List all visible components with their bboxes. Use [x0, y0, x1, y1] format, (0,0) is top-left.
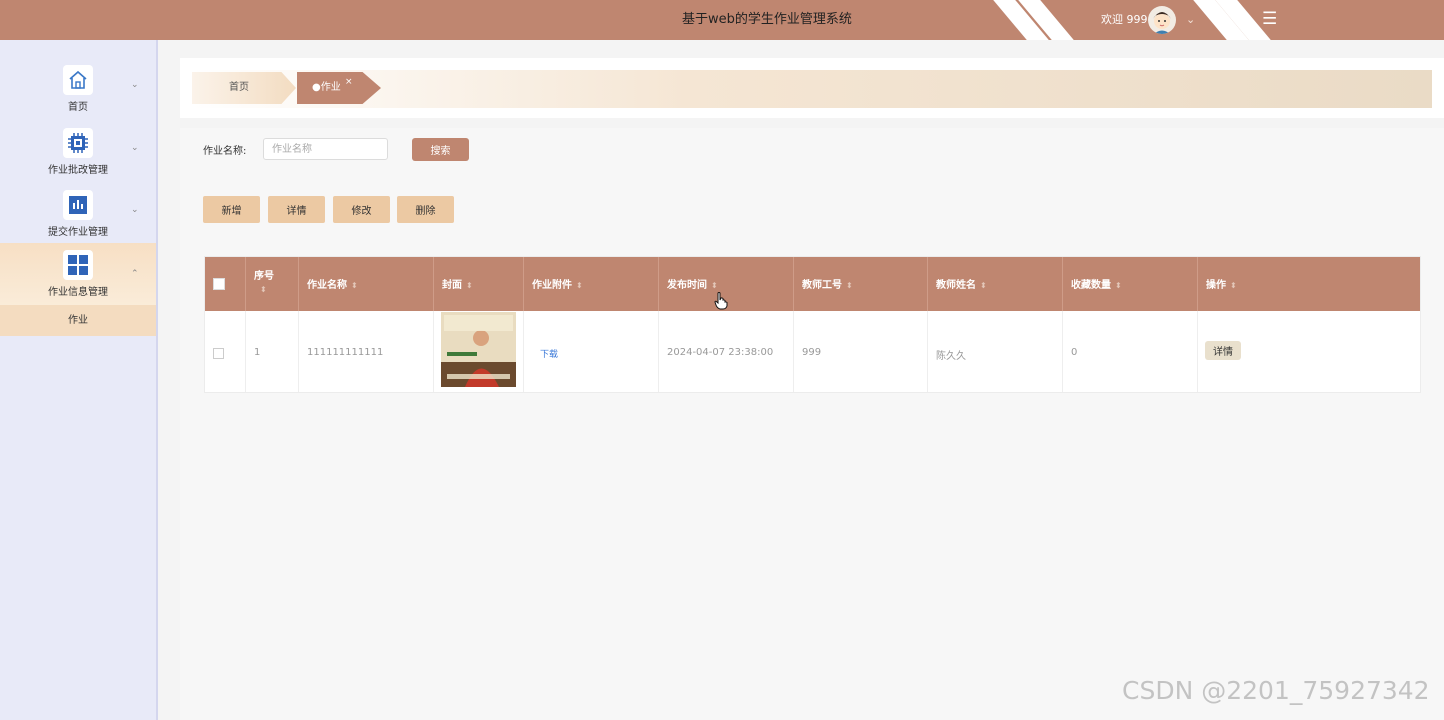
row-index: 1: [254, 347, 261, 358]
sidebar-item-home[interactable]: 首页 ⌄: [0, 60, 156, 122]
home-icon: [63, 65, 93, 95]
table-header: 序号 ⬍ 作业名称 ⬍ 封面 ⬍ 作业附件 ⬍ 发布时间 ⬍ 教师工号 ⬍ 教师姓名 ⬍ 收…: [205, 257, 1420, 311]
grid-icon: [63, 250, 93, 280]
sort-icon[interactable]: ⬍: [846, 281, 853, 290]
sidebar-item-submit[interactable]: 提交作业管理 ⌄: [0, 185, 156, 247]
cover-image[interactable]: [441, 312, 516, 387]
table-cell-teacher-name: 陈久久: [928, 311, 1063, 392]
column-header-label-group: 发布时间 ⬍: [667, 276, 718, 291]
sort-icon[interactable]: ⬍: [1230, 281, 1237, 290]
sort-icon[interactable]: ⬍: [260, 285, 267, 294]
table-cell-name: 111111111111: [299, 311, 434, 392]
column-header-label: 作业名称: [307, 280, 347, 291]
table-cell-favorites: 0: [1063, 311, 1198, 392]
app-title: 基于web的学生作业管理系统: [682, 12, 852, 27]
delete-button[interactable]: 删除: [397, 196, 454, 223]
add-button[interactable]: 新增: [203, 196, 260, 223]
search-label: 作业名称:: [203, 146, 247, 157]
homework-table: 序号 ⬍ 作业名称 ⬍ 封面 ⬍ 作业附件 ⬍ 发布时间 ⬍ 教师工号 ⬍ 教师姓名 ⬍ 收…: [204, 256, 1421, 393]
row-checkbox[interactable]: [213, 348, 224, 359]
table-cell-cover: [434, 311, 524, 392]
detail-button[interactable]: 详情: [268, 196, 325, 223]
column-header-label: 封面: [442, 280, 462, 291]
column-header-operation[interactable]: 操作 ⬍: [1198, 257, 1420, 311]
column-header-label: 发布时间: [667, 280, 707, 291]
publish-time: 2024-04-07 23:38:00: [667, 347, 774, 358]
sort-icon[interactable]: ⬍: [980, 281, 987, 290]
column-header-label-group: 作业附件 ⬍: [532, 276, 583, 291]
table-cell-index: 1: [246, 311, 299, 392]
column-header-label: 教师工号: [802, 280, 842, 291]
column-header-label-group: 教师姓名 ⬍: [936, 276, 987, 291]
column-header-teacher-id[interactable]: 教师工号 ⬍: [794, 257, 928, 311]
chevron-up-icon: ⌃: [131, 269, 139, 279]
column-header-label-group: 收藏数量 ⬍: [1071, 276, 1122, 291]
avatar[interactable]: [1148, 6, 1176, 34]
watermark: CSDN @2201_75927342: [1122, 676, 1430, 705]
header-select-cell: [205, 257, 246, 311]
column-header-favorites[interactable]: 收藏数量 ⬍: [1063, 257, 1198, 311]
table-cell-teacher-id: 999: [794, 311, 928, 392]
column-header-label-group: 教师工号 ⬍: [802, 276, 853, 291]
homework-name: 111111111111: [307, 347, 384, 358]
column-header-label-group: 封面 ⬍: [442, 276, 473, 291]
avatar-face-icon: [1153, 12, 1171, 34]
column-header-label: 操作: [1206, 280, 1226, 291]
hand-cursor-icon: [714, 292, 728, 310]
column-header-label: 作业附件: [532, 280, 572, 291]
search-button[interactable]: 搜索: [412, 138, 469, 161]
teacher-id: 999: [802, 347, 822, 358]
chart-icon: [63, 190, 93, 220]
welcome-text: 欢迎 999: [1101, 13, 1148, 26]
column-header-label-group: 作业名称 ⬍: [307, 276, 358, 291]
favorites-count: 0: [1071, 347, 1078, 358]
sort-icon[interactable]: ⬍: [466, 281, 473, 290]
breadcrumb-tab-label: ●作业: [312, 82, 341, 93]
sort-icon[interactable]: ⬍: [576, 281, 583, 290]
edit-button[interactable]: 修改: [333, 196, 390, 223]
column-header-teacher-name[interactable]: 教师姓名 ⬍: [928, 257, 1063, 311]
sort-icon[interactable]: ⬍: [711, 281, 718, 290]
sidebar-item-label: 作业批改管理: [48, 165, 108, 176]
teacher-name: 陈久久: [936, 351, 966, 362]
download-link[interactable]: 下载: [540, 347, 558, 360]
row-detail-button[interactable]: 详情: [1205, 341, 1241, 360]
column-header-name[interactable]: 作业名称 ⬍: [299, 257, 434, 311]
column-header-index[interactable]: 序号 ⬍: [246, 257, 299, 311]
sort-icon[interactable]: ⬍: [351, 281, 358, 290]
column-header-cover[interactable]: 封面 ⬍: [434, 257, 524, 311]
chevron-down-icon[interactable]: ⌄: [1186, 13, 1195, 26]
sidebar-item-homework-info[interactable]: 作业信息管理 ⌃: [0, 243, 156, 305]
sidebar: 首页 ⌄ 作业批改管理 ⌄ 提交作业管理 ⌄ 作业信息管理 ⌃ 作业: [0, 40, 158, 720]
column-header-label-group: 操作 ⬍: [1206, 276, 1237, 291]
chip-icon: [63, 128, 93, 158]
search-input[interactable]: [263, 138, 388, 160]
top-header: 基于web的学生作业管理系统 欢迎 999 ⌄ ☰: [0, 0, 1444, 40]
sidebar-item-grading[interactable]: 作业批改管理 ⌄: [0, 123, 156, 185]
column-header-label: 收藏数量: [1071, 280, 1111, 291]
sidebar-item-label: 首页: [68, 102, 88, 113]
chevron-down-icon: ⌄: [131, 205, 139, 215]
select-all-checkbox[interactable]: [213, 278, 225, 290]
table-cell-attachment: 下载: [524, 311, 659, 392]
sort-icon[interactable]: ⬍: [1115, 281, 1122, 290]
sidebar-item-label: 作业信息管理: [48, 287, 108, 298]
menu-icon[interactable]: ☰: [1262, 9, 1277, 29]
sidebar-subitem-homework[interactable]: 作业: [0, 305, 156, 336]
chevron-down-icon: ⌄: [131, 143, 139, 153]
sidebar-item-label: 提交作业管理: [48, 227, 108, 238]
table-row-select-cell: [205, 311, 246, 392]
chevron-down-icon: ⌄: [131, 80, 139, 90]
table-cell-publish-time: 2024-04-07 23:38:00: [659, 311, 794, 392]
column-header-attachment[interactable]: 作业附件 ⬍: [524, 257, 659, 311]
column-header-label: 教师姓名: [936, 280, 976, 291]
breadcrumb-home[interactable]: 首页: [192, 72, 296, 104]
table-cell-operation: 详情: [1198, 311, 1420, 392]
column-header-label: 序号: [254, 271, 274, 282]
